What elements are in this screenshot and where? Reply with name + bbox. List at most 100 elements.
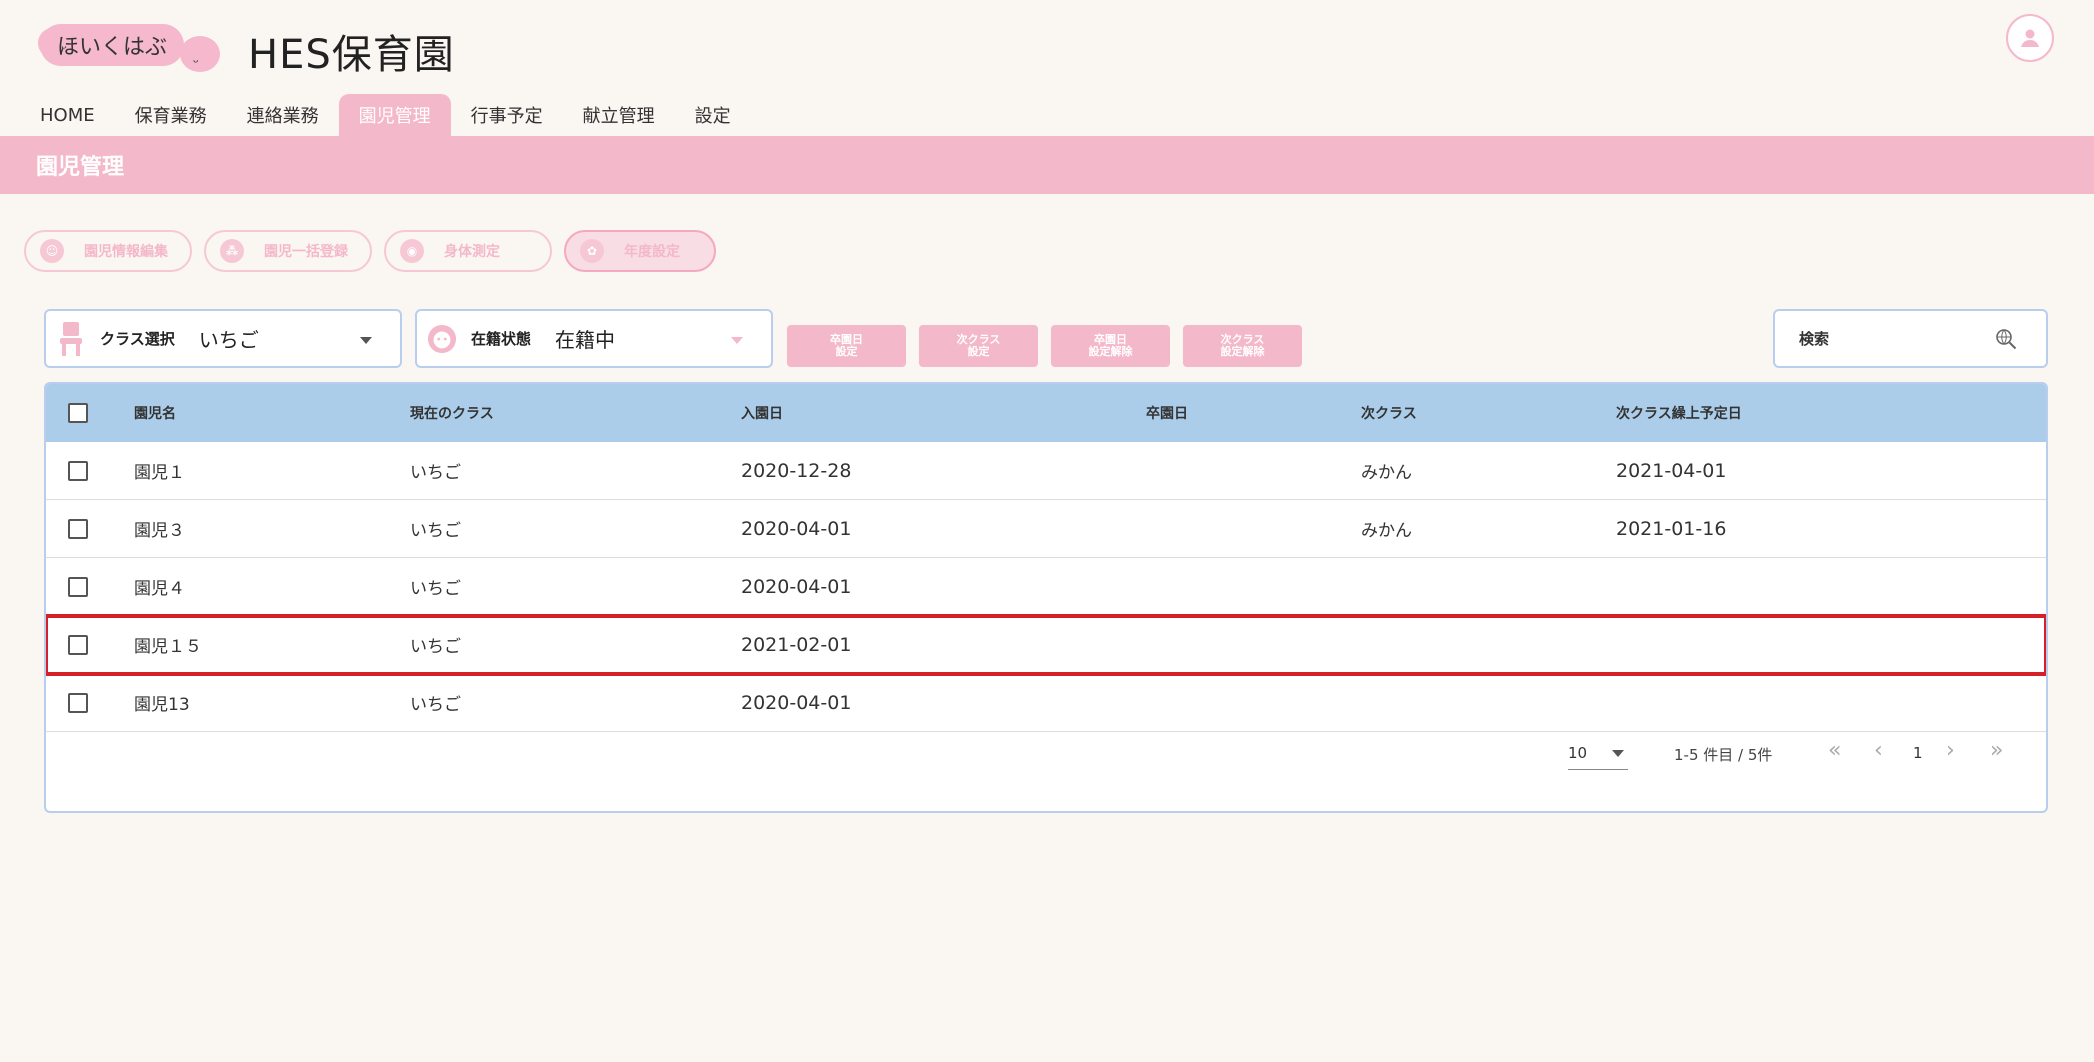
fiscal-year-settings-label: 年度設定 [624,244,680,260]
tab-home[interactable]: HOME [20,94,115,136]
fiscal-year-settings-button[interactable]: ✿ 年度設定 [564,230,716,272]
clear-graduation-date-button[interactable]: 卒園日 設定解除 [1051,325,1170,367]
cell-enroll-date: 2020-04-01 [741,575,852,598]
button-label-line: 設定解除 [1220,345,1265,358]
smile-icon: ᵕ [193,55,199,71]
cell-name: 園児３ [134,521,185,541]
tab-communication[interactable]: 連絡業務 [227,94,339,136]
prev-page-button[interactable]: ‹ [1874,738,1883,763]
cell-next-class: みかん [1361,521,1412,541]
set-graduation-date-button[interactable]: 卒園日 設定 [787,325,906,367]
select-all-cell [68,384,88,442]
class-select-value: いちご [198,328,259,352]
column-header-graduation-date[interactable]: 卒園日 [1146,384,1188,442]
user-icon [2021,29,2039,47]
cell-class: いちご [410,521,461,541]
enrollment-status-label: 在籍状態 [471,330,532,348]
child-icon [427,321,457,357]
column-header-next-class-date[interactable]: 次クラス繰上予定日 [1616,384,1742,442]
table-row[interactable]: 園児４ いちご 2020-04-01 [46,558,2046,616]
column-header-enroll-date[interactable]: 入園日 [741,384,783,442]
cell-class: いちご [410,579,461,599]
class-select[interactable]: クラス選択 いちご [44,309,402,368]
search-icon[interactable] [1994,327,2018,351]
body-measurement-label: 身体測定 [444,244,500,260]
rows-per-page-value: 10 [1568,743,1588,762]
action-bar: ☺ 園児情報編集 ⁂ 園児一括登録 ◉ 身体測定 ✿ 年度設定 [24,230,716,272]
table-row[interactable]: 園児１ いちご 2020-12-28 みかん 2021-04-01 [46,442,2046,500]
bulk-register-label: 園児一括登録 [264,244,348,260]
measure-icon: ◉ [400,239,424,263]
row-checkbox-cell [68,442,88,499]
row-checkbox[interactable] [68,518,88,539]
search-field [1773,309,2048,368]
body-measurement-button[interactable]: ◉ 身体測定 [384,230,552,272]
clear-next-class-button[interactable]: 次クラス 設定解除 [1183,325,1302,367]
search-input[interactable] [1799,329,1979,348]
user-account-button[interactable] [2006,14,2054,62]
main-nav: HOME 保育業務 連絡業務 園児管理 行事予定 献立管理 設定 [20,94,751,136]
table-row[interactable]: 園児３ いちご 2020-04-01 みかん 2021-01-16 [46,500,2046,558]
column-header-next-class[interactable]: 次クラス [1361,384,1417,442]
class-action-buttons: 卒園日 設定 次クラス 設定 卒園日 設定解除 次クラス 設定解除 [787,325,1302,367]
edit-child-info-button[interactable]: ☺ 園児情報編集 [24,230,192,272]
row-checkbox[interactable] [68,634,88,655]
button-label-line: 設定解除 [1088,345,1133,358]
column-header-class[interactable]: 現在のクラス [410,384,494,442]
current-page-number: 1 [1913,744,1923,762]
cell-next-class: みかん [1361,463,1412,483]
child-icon: ☺ [40,239,64,263]
cell-enroll-date: 2021-02-01 [741,633,852,656]
children-table: 園児名 現在のクラス 入園日 卒園日 次クラス 次クラス繰上予定日 園児１ いち… [44,382,2048,813]
page-title: 園児管理 [36,155,125,180]
row-checkbox[interactable] [68,576,88,597]
page-title-bar: 園児管理 [0,136,2094,194]
rows-per-page-select[interactable]: 10 [1568,736,1628,770]
enrollment-status-value: 在籍中 [555,328,616,352]
row-checkbox-cell [68,500,88,557]
tab-childcare-work[interactable]: 保育業務 [115,94,227,136]
tab-menu[interactable]: 献立管理 [563,94,675,136]
row-checkbox[interactable] [68,460,88,481]
column-header-name[interactable]: 園児名 [134,384,176,442]
group-icon: ⁂ [220,239,244,263]
class-select-label: クラス選択 [100,330,175,348]
select-all-checkbox[interactable] [68,403,88,423]
chevron-down-icon [360,337,372,344]
cell-next-class-date: 2021-01-16 [1616,517,1727,540]
next-page-button[interactable]: › [1946,738,1955,763]
app-logo: ᵕ ほいくはぶ ᵕ [38,24,220,72]
button-label-line: 設定 [835,345,858,358]
pagination: 10 1-5 件目 / 5件 « ‹ 1 › » [46,722,2046,782]
cell-name: 園児１ [134,463,185,483]
app-title: HES保育園 [248,32,455,78]
set-next-class-button[interactable]: 次クラス 設定 [919,325,1038,367]
logo-text: ほいくはぶ [56,35,167,60]
enrollment-status-select[interactable]: 在籍状態 在籍中 [415,309,773,368]
cell-enroll-date: 2020-04-01 [741,517,852,540]
cell-class: いちご [410,463,461,483]
row-checkbox-cell [68,616,88,673]
cell-class: いちご [410,637,461,657]
edit-child-info-label: 園児情報編集 [84,244,168,260]
tab-events[interactable]: 行事予定 [451,94,563,136]
tab-settings[interactable]: 設定 [675,94,751,136]
page-range-info: 1-5 件目 / 5件 [1674,746,1773,764]
last-page-button[interactable]: » [1990,738,2003,763]
bulk-register-button[interactable]: ⁂ 園児一括登録 [204,230,372,272]
chair-icon [56,321,86,357]
cell-name: 園児１５ [134,637,202,657]
cell-name: 園児４ [134,579,185,599]
flower-icon: ✿ [580,239,604,263]
chevron-down-icon [1612,750,1624,757]
tab-child-management[interactable]: 園児管理 [338,94,451,136]
button-label-line: 設定 [967,345,990,358]
cell-next-class-date: 2021-04-01 [1616,459,1727,482]
cell-enroll-date: 2020-12-28 [741,459,852,482]
table-header: 園児名 現在のクラス 入園日 卒園日 次クラス 次クラス繰上予定日 [46,384,2046,442]
first-page-button[interactable]: « [1828,738,1841,763]
table-row[interactable]: 園児１５ いちご 2021-02-01 [46,614,2046,676]
row-checkbox-cell [68,558,88,615]
row-checkbox[interactable] [68,692,88,713]
chevron-down-icon [731,337,743,344]
